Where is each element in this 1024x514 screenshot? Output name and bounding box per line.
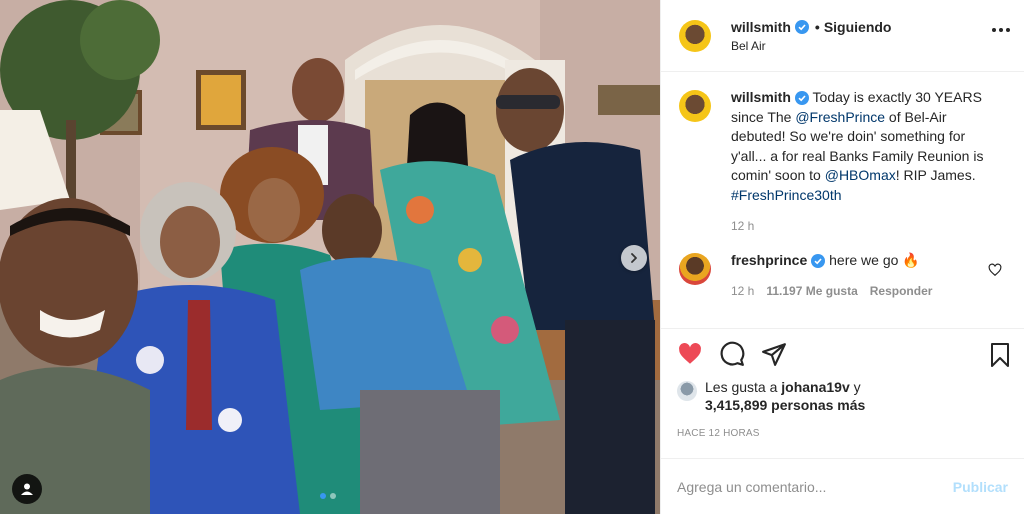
bookmark-icon — [991, 343, 1009, 367]
caption: willsmith Today is exactly 30 YEARS sinc… — [677, 88, 1008, 237]
carousel-dot — [330, 493, 336, 499]
hashtag-link[interactable]: #FreshPrince30th — [731, 187, 842, 203]
post-location[interactable]: Bel Air — [731, 39, 891, 53]
carousel-indicator — [320, 493, 336, 499]
comment-text: here we go 🔥 — [825, 251, 920, 268]
following-button[interactable]: Siguiendo — [824, 19, 892, 35]
caption-text-3: ! RIP James. — [895, 167, 976, 183]
comment-icon — [720, 341, 745, 366]
comment-input[interactable] — [677, 478, 953, 495]
verified-badge-icon — [811, 253, 826, 268]
group-photo-illustration — [0, 0, 660, 514]
chevron-right-icon — [631, 253, 637, 263]
likes-summary[interactable]: Les gusta a johana19v y 3,415,899 person… — [661, 378, 1024, 422]
save-button[interactable] — [988, 342, 1012, 371]
action-bar — [661, 328, 1024, 378]
caption-author-avatar[interactable] — [677, 88, 713, 124]
likes-count[interactable]: 3,415,899 personas más — [705, 397, 865, 413]
comment-likes[interactable]: 11.197 Me gusta — [766, 282, 857, 302]
follow-separator: • — [814, 18, 820, 35]
verified-badge-icon — [794, 91, 809, 106]
share-icon — [762, 342, 786, 366]
liker-username[interactable]: johana19v — [781, 379, 849, 395]
commenter-avatar[interactable] — [677, 251, 713, 287]
user-tag-icon — [21, 483, 33, 495]
like-button[interactable] — [677, 341, 703, 367]
like-comment-button[interactable] — [988, 263, 1002, 280]
more-options-icon[interactable] — [992, 28, 1010, 32]
post-header: willsmith • Siguiendo Bel Air — [661, 0, 1024, 72]
next-slide-button[interactable] — [621, 245, 647, 271]
add-comment-form: Publicar — [661, 458, 1024, 514]
commenter-username[interactable]: freshprince — [731, 252, 807, 268]
tagged-users-button[interactable] — [12, 474, 42, 504]
comment-button[interactable] — [719, 341, 745, 367]
author-username[interactable]: willsmith — [731, 19, 791, 35]
caption-time[interactable]: 12 h — [731, 217, 754, 237]
carousel-dot-active — [320, 493, 326, 499]
caption-username[interactable]: willsmith — [731, 89, 791, 105]
mention-hbomax[interactable]: @HBOmax — [825, 167, 896, 183]
heart-icon — [679, 342, 701, 364]
share-button[interactable] — [761, 341, 787, 367]
post-side-panel: willsmith • Siguiendo Bel Air willsmith … — [660, 0, 1024, 514]
verified-badge-icon — [794, 19, 809, 34]
comment-item: freshprince here we go 🔥 12 h 11.197 Me … — [677, 251, 1008, 302]
likes-mid: y — [849, 379, 861, 395]
liker-avatar — [677, 381, 697, 401]
comments-section: willsmith Today is exactly 30 YEARS sinc… — [661, 72, 1024, 328]
comment-time[interactable]: 12 h — [731, 282, 754, 302]
heart-outline-icon — [988, 263, 1002, 276]
post-photo[interactable] — [0, 0, 660, 514]
likes-prefix: Les gusta a — [705, 379, 782, 395]
publish-button[interactable]: Publicar — [953, 479, 1008, 495]
post-timestamp[interactable]: HACE 12 HORAS — [661, 422, 1024, 458]
mention-freshprince[interactable]: @FreshPrince — [795, 109, 885, 125]
author-avatar[interactable] — [677, 18, 713, 54]
reply-button[interactable]: Responder — [870, 282, 933, 302]
